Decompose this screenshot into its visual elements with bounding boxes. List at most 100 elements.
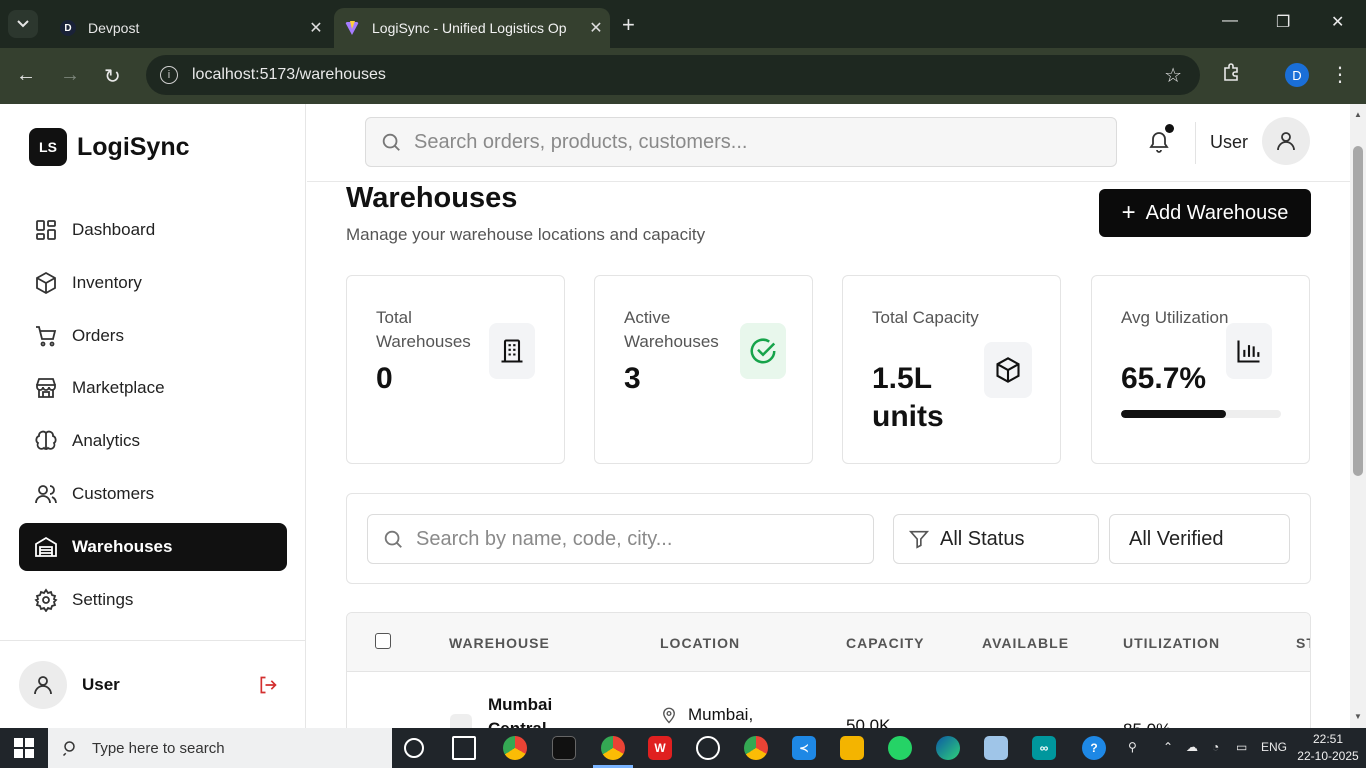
filter-icon — [908, 530, 930, 549]
extensions-icon[interactable] — [1222, 62, 1242, 88]
sidebar-item-dashboard[interactable]: Dashboard — [19, 206, 287, 254]
capcut-icon[interactable] — [552, 736, 576, 760]
column-header[interactable]: LOCATION — [660, 635, 740, 651]
global-search-placeholder: Search orders, products, customers... — [414, 130, 748, 153]
utilization-progress-fill — [1121, 410, 1227, 418]
divider — [1195, 122, 1196, 164]
browser-tab-devpost[interactable]: D Devpost ✕ — [50, 8, 330, 48]
sidebar-item-analytics[interactable]: Analytics — [19, 417, 287, 465]
cortana-icon[interactable] — [404, 738, 424, 758]
top-user-name[interactable]: User — [1210, 132, 1248, 153]
sidebar-item-warehouses[interactable]: Warehouses — [19, 522, 287, 571]
sidebar-user-avatar[interactable] — [19, 661, 67, 709]
app-viewport: LS LogiSync Dashboard Inventory Orders M… — [0, 104, 1366, 728]
minimize-icon[interactable]: — — [1222, 12, 1238, 30]
column-header[interactable]: ST — [1296, 635, 1310, 651]
sidebar-item-marketplace[interactable]: Marketplace — [19, 364, 287, 412]
back-icon[interactable]: ← — [16, 64, 36, 87]
devpost-favicon: D — [60, 20, 76, 36]
sidebar-item-orders[interactable]: Orders — [19, 312, 287, 360]
clock-date: 22-10-2025 — [1297, 749, 1359, 763]
reload-icon[interactable]: ↻ — [104, 64, 121, 89]
select-all-checkbox[interactable] — [375, 633, 391, 649]
chrome-second-profile-icon[interactable] — [744, 736, 768, 760]
help-icon[interactable]: ? — [1082, 736, 1106, 760]
site-info-icon[interactable]: i — [160, 66, 178, 84]
close-tab-icon[interactable]: ✕ — [582, 18, 610, 38]
sidebar-item-settings[interactable]: Settings — [19, 576, 287, 624]
new-tab-button[interactable]: + — [622, 12, 635, 38]
taskbar-search-box[interactable]: Type here to search — [48, 728, 392, 768]
top-user-avatar[interactable] — [1262, 117, 1310, 165]
scrollbar-thumb[interactable] — [1353, 146, 1363, 476]
sidebar-item-customers[interactable]: Customers — [19, 470, 287, 518]
gear-icon — [34, 587, 58, 612]
profile-avatar[interactable]: D — [1285, 63, 1309, 87]
windows-taskbar: Type here to search W ≺ ∞ ? ⚲ ⌃ ☁ ◔ ▭ EN… — [0, 728, 1366, 768]
bookmark-star-icon[interactable]: ☆ — [1164, 63, 1182, 88]
edge-icon[interactable] — [936, 736, 960, 760]
people-icon[interactable]: ⚲ — [1128, 740, 1137, 754]
whatsapp-icon[interactable] — [888, 736, 912, 760]
taskbar-clock[interactable]: 22:51 22-10-2025 — [1296, 731, 1360, 765]
warehouse-search-input[interactable]: Search by name, code, city... — [367, 514, 874, 564]
browser-tab-logisync[interactable]: LogiSync - Unified Logistics Op ✕ — [334, 8, 610, 48]
chrome-active-icon[interactable] — [593, 736, 633, 768]
url-text[interactable]: localhost:5173/warehouses — [192, 66, 386, 84]
arduino-icon[interactable]: ∞ — [1032, 736, 1056, 760]
table-row[interactable]: Mumbai Central Mumbai, 50.0K 85.0% — [347, 672, 1310, 728]
logout-button[interactable] — [258, 675, 278, 700]
close-window-icon[interactable]: ✕ — [1331, 12, 1344, 32]
scroll-down-icon[interactable]: ▼ — [1354, 712, 1362, 721]
search-icon — [62, 741, 75, 757]
chrome-profile-icon[interactable] — [503, 736, 527, 760]
vscode-icon[interactable]: ≺ — [792, 736, 816, 760]
warehouse-name[interactable]: Mumbai Central — [488, 693, 568, 728]
language-indicator[interactable]: ENG — [1261, 740, 1287, 754]
sidebar-item-label: Inventory — [72, 272, 142, 292]
wps-office-icon[interactable]: W — [648, 736, 672, 760]
global-search-input[interactable]: Search orders, products, customers... — [365, 117, 1117, 167]
close-tab-icon[interactable]: ✕ — [302, 18, 330, 38]
tab-search-button[interactable] — [8, 10, 38, 38]
sidebar-user-panel: User — [0, 640, 306, 728]
column-header[interactable]: UTILIZATION — [1123, 635, 1220, 651]
wifi-icon[interactable]: ◔ — [1212, 740, 1219, 754]
verified-filter-select[interactable]: All Verified — [1109, 514, 1290, 564]
column-header[interactable]: AVAILABLE — [982, 635, 1069, 651]
sidebar-item-label: Customers — [72, 483, 155, 503]
column-header[interactable]: WAREHOUSE — [449, 635, 550, 651]
add-warehouse-button[interactable]: + Add Warehouse — [1099, 189, 1311, 237]
status-filter-select[interactable]: All Status — [893, 514, 1099, 564]
chatgpt-icon[interactable] — [696, 736, 720, 760]
brand[interactable]: LS LogiSync — [29, 128, 190, 166]
sidebar: LS LogiSync Dashboard Inventory Orders M… — [0, 104, 306, 728]
scroll-up-icon[interactable]: ▲ — [1354, 110, 1362, 119]
restore-icon[interactable]: ❐ — [1276, 12, 1290, 32]
sidebar-item-label: Marketplace — [72, 378, 165, 398]
stat-card-total-warehouses: Total Warehouses 0 — [346, 275, 565, 464]
notepad-icon[interactable] — [984, 736, 1008, 760]
status-filter-value: All Status — [940, 527, 1025, 550]
clock-time: 22:51 — [1312, 732, 1344, 746]
sidebar-item-label: Settings — [72, 589, 134, 609]
notifications-button[interactable] — [1147, 124, 1174, 159]
browser-tab-strip: D Devpost ✕ LogiSync - Unified Logistics… — [0, 0, 1366, 48]
warehouse-row-icon — [450, 714, 472, 728]
user-icon — [1277, 132, 1295, 151]
battery-icon[interactable]: ▭ — [1236, 740, 1247, 754]
sidebar-item-inventory[interactable]: Inventory — [19, 259, 287, 307]
location-text: Mumbai, — [688, 705, 754, 724]
building-icon — [489, 323, 535, 379]
plus-icon: + — [1121, 199, 1136, 226]
forward-icon[interactable]: → — [60, 64, 80, 87]
task-view-icon[interactable] — [452, 736, 476, 760]
file-explorer-icon[interactable] — [840, 736, 864, 760]
onedrive-icon[interactable]: ☁ — [1186, 740, 1198, 754]
windows-start-button[interactable] — [14, 738, 34, 763]
address-bar[interactable]: i localhost:5173/warehouses ☆ — [146, 55, 1200, 95]
tray-chevron-up-icon[interactable]: ⌃ — [1163, 740, 1173, 754]
browser-menu-icon[interactable]: ⋮ — [1330, 62, 1350, 87]
page-scrollbar[interactable]: ▲ ▼ — [1350, 104, 1366, 728]
column-header[interactable]: CAPACITY — [846, 635, 925, 651]
